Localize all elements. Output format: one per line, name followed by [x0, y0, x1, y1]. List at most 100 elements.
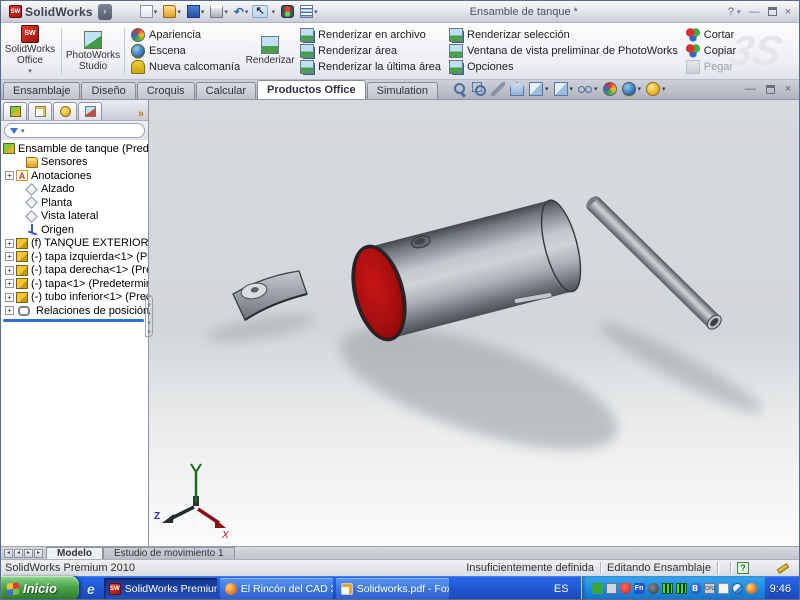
- propertymanager-tab[interactable]: [28, 102, 52, 120]
- prev-tab-button[interactable]: ◂: [14, 548, 23, 558]
- tree-item-anotaciones[interactable]: + A Anotaciones: [3, 169, 148, 183]
- new-document-button[interactable]: ▾: [138, 4, 160, 19]
- quick-tips-help-icon[interactable]: ?: [737, 562, 749, 574]
- dimxpert-tab[interactable]: [78, 102, 102, 120]
- panel-splitter-handle[interactable]: [145, 295, 153, 337]
- document-tray-icon[interactable]: [717, 583, 729, 594]
- chevron-down-icon[interactable]: ▾: [245, 8, 249, 16]
- bluetooth-tray-icon[interactable]: B: [689, 583, 701, 594]
- chevron-down-icon[interactable]: ▾: [662, 85, 666, 93]
- fn-key-tray-icon[interactable]: Fn: [633, 583, 645, 594]
- tree-item-tapa-izquierda[interactable]: +(-) tapa izquierda<1> (Predete: [3, 250, 148, 264]
- volume-tray-icon[interactable]: [605, 583, 617, 594]
- apariencia-button[interactable]: Apariencia: [131, 27, 240, 43]
- chevron-down-icon[interactable]: ▾: [21, 127, 25, 135]
- tree-item-relaciones[interactable]: + Relaciones de posición: [3, 304, 148, 318]
- configurationmanager-tab[interactable]: [53, 102, 77, 120]
- last-tab-button[interactable]: ▸: [34, 548, 43, 558]
- chevron-down-icon[interactable]: ▾: [545, 85, 549, 93]
- chevron-down-icon[interactable]: ▾: [224, 8, 228, 16]
- section-view-icon[interactable]: [509, 82, 524, 96]
- doc-close-button[interactable]: ×: [785, 83, 791, 95]
- first-tab-button[interactable]: ◂: [4, 548, 13, 558]
- cortar-button[interactable]: Cortar: [685, 27, 736, 43]
- zoom-area-icon[interactable]: [471, 82, 486, 96]
- tab-productos-office[interactable]: Productos Office: [257, 80, 366, 99]
- tab-calcular[interactable]: Calcular: [195, 82, 256, 99]
- expand-icon[interactable]: +: [5, 306, 14, 316]
- messenger-tray-icon[interactable]: [731, 583, 743, 594]
- chevron-down-icon[interactable]: ▾: [201, 8, 205, 16]
- tab-estudio-movimiento[interactable]: Estudio de movimiento 1: [103, 547, 235, 559]
- tree-item-alzado[interactable]: Alzado: [3, 183, 148, 197]
- graphics-viewport[interactable]: Z X Y: [149, 100, 799, 546]
- edit-appearance-icon[interactable]: [602, 82, 617, 96]
- undo-button[interactable]: ↶ ▾: [232, 5, 251, 19]
- select-dropdown[interactable]: ▾: [270, 7, 278, 17]
- help-button[interactable]: ?: [728, 6, 734, 18]
- close-button[interactable]: ×: [785, 6, 791, 18]
- view-settings-icon[interactable]: [646, 82, 661, 96]
- tree-item-tubo-inferior[interactable]: +(-) tubo inferior<1> (Predeterm: [3, 291, 148, 305]
- net-meter-tray-icon[interactable]: [675, 583, 687, 594]
- renderizar-button[interactable]: Renderizar: [244, 25, 296, 77]
- tab-ensamblaje[interactable]: Ensamblaje: [3, 82, 81, 99]
- escena-button[interactable]: Escena: [131, 43, 240, 59]
- help-dropdown-icon[interactable]: ▾: [737, 8, 741, 16]
- renderizar-en-archivo-button[interactable]: Renderizar en archivo: [300, 27, 441, 43]
- expand-icon[interactable]: +: [5, 292, 14, 302]
- print-button[interactable]: ▾: [208, 4, 230, 19]
- internet-explorer-icon[interactable]: e: [87, 581, 95, 597]
- chevron-down-icon[interactable]: ▾: [638, 85, 642, 93]
- menu-expand-button[interactable]: ›: [97, 3, 112, 20]
- photoworks-studio-button[interactable]: PhotoWorks Studio: [64, 25, 122, 77]
- start-button[interactable]: Inicio: [1, 576, 79, 599]
- tab-modelo[interactable]: Modelo: [46, 547, 103, 559]
- expand-icon[interactable]: +: [5, 252, 14, 262]
- view-orientation-icon[interactable]: [528, 82, 543, 96]
- next-tab-button[interactable]: ▸: [24, 548, 33, 558]
- tab-simulation[interactable]: Simulation: [366, 82, 438, 99]
- apply-scene-icon[interactable]: [621, 82, 636, 96]
- updater-tray-icon[interactable]: [647, 583, 659, 594]
- tree-item-tanque-exterior[interactable]: +(f) TANQUE EXTERIOR <1> (Pr: [3, 237, 148, 251]
- chevron-down-icon[interactable]: ▾: [272, 8, 276, 16]
- tree-root[interactable]: Ensamble de tanque (Predetermina: [3, 142, 148, 156]
- zoom-fit-icon[interactable]: [453, 82, 467, 96]
- rebuild-button[interactable]: [279, 4, 296, 19]
- task-solidworks[interactable]: SW SolidWorks Premium 2...: [103, 578, 217, 599]
- tree-filter-input[interactable]: ▾: [4, 123, 145, 138]
- tree-item-tapa[interactable]: +(-) tapa<1> (Predeterminado<: [3, 277, 148, 291]
- renderizar-area-button[interactable]: Renderizar área: [300, 43, 441, 59]
- renderizar-seleccion-button[interactable]: Renderizar selección: [449, 27, 678, 43]
- expand-icon[interactable]: +: [5, 171, 14, 181]
- tab-croquis[interactable]: Croquis: [136, 82, 195, 99]
- opciones-button[interactable]: Opciones: [449, 59, 678, 75]
- chevron-down-icon[interactable]: ▾: [570, 85, 574, 93]
- tree-item-planta[interactable]: Planta: [3, 196, 148, 210]
- language-indicator[interactable]: ES: [542, 576, 581, 599]
- chevron-down-icon[interactable]: ▾: [314, 8, 318, 16]
- minimize-button[interactable]: —: [749, 6, 760, 18]
- chevron-down-icon[interactable]: ▾: [594, 85, 598, 93]
- task-browser[interactable]: El Rincón del CAD 3D ...: [219, 578, 333, 599]
- save-button[interactable]: ▾: [185, 4, 207, 19]
- expand-icon[interactable]: +: [5, 265, 14, 275]
- expand-icon[interactable]: +: [5, 238, 14, 248]
- tab-diseno[interactable]: Diseño: [81, 82, 136, 99]
- task-foxit[interactable]: Solidworks.pdf - Foxit...: [335, 578, 449, 599]
- display-style-icon[interactable]: [553, 82, 568, 96]
- cpu-meter-tray-icon[interactable]: CPU: [703, 583, 715, 594]
- hide-show-items-icon[interactable]: [578, 82, 593, 96]
- open-button[interactable]: ▾: [161, 4, 183, 19]
- antivirus-shield-icon[interactable]: [619, 583, 631, 594]
- chevron-down-icon[interactable]: ▾: [154, 8, 158, 16]
- renderizar-ultima-area-button[interactable]: Renderizar la última área: [300, 59, 441, 75]
- options-button[interactable]: ▾: [298, 4, 320, 19]
- ram-meter-tray-icon[interactable]: [661, 583, 673, 594]
- panel-overflow-chevron[interactable]: »: [138, 108, 146, 120]
- previous-view-icon[interactable]: [490, 82, 505, 96]
- utility-tray-icon[interactable]: [591, 583, 603, 594]
- tree-item-tapa-derecha[interactable]: +(-) tapa derecha<1> (Predeter: [3, 264, 148, 278]
- select-button[interactable]: ↖: [252, 5, 268, 18]
